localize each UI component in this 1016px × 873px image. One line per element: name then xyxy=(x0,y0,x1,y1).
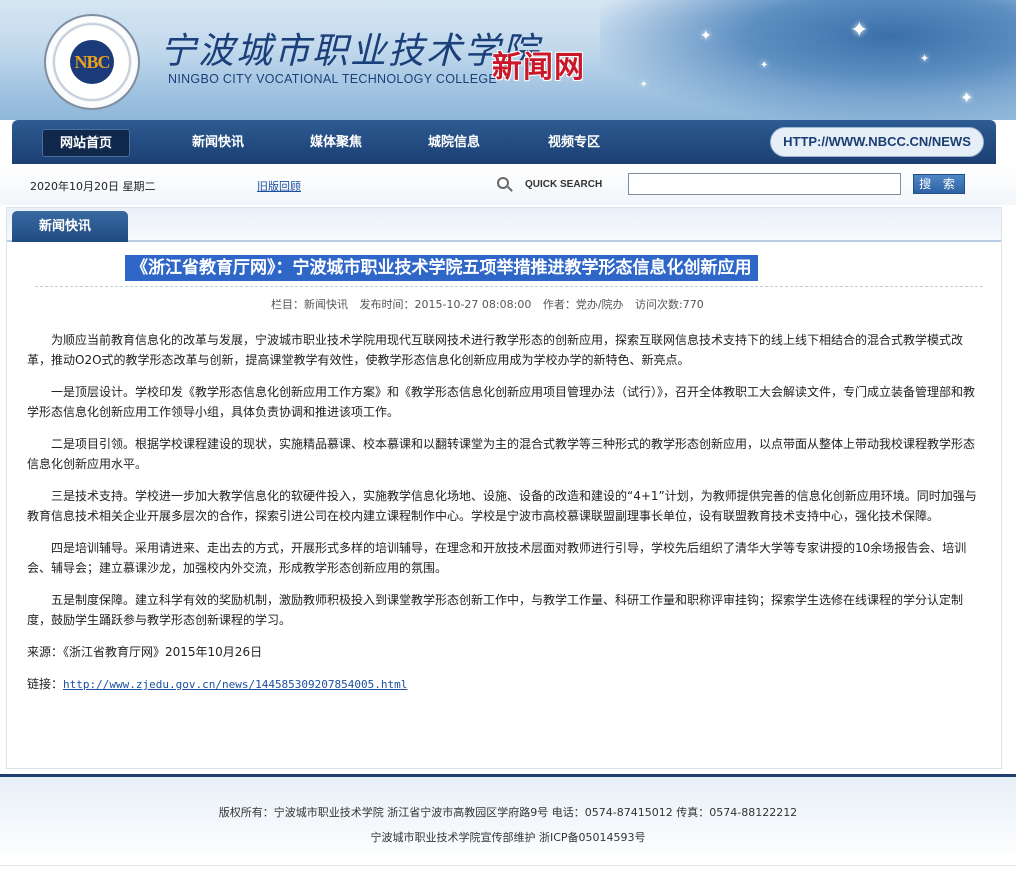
old-version-link[interactable]: 旧版回顾 xyxy=(257,178,301,194)
header-sky-decoration xyxy=(600,0,1016,120)
college-name-cn: 宁波城市职业技术学院 xyxy=(160,31,541,72)
section-tabbar: 新闻快讯 xyxy=(7,208,1001,242)
logo-emblem: NBC xyxy=(70,40,114,84)
star-icon: ✦ xyxy=(850,18,869,43)
meta-column: 栏目：新闻快讯 xyxy=(271,298,348,311)
source-link[interactable]: http://www.zjedu.gov.cn/news/14458530920… xyxy=(63,678,407,691)
nav-item-media[interactable]: 媒体聚焦 xyxy=(292,129,380,157)
main-nav: 网站首页 新闻快讯 媒体聚焦 城院信息 视频专区 HTTP://WWW.NBCC… xyxy=(12,120,996,164)
quick-search-label: QUICK SEARCH xyxy=(525,179,603,190)
article-paragraph: 四是培训辅导。采用请进来、走出去的方式，开展形式多样的培训辅导，在理念和开放技术… xyxy=(27,541,967,575)
star-icon: ✦ xyxy=(640,80,648,90)
star-icon: ✦ xyxy=(700,28,712,44)
article-source: 来源：《浙江省教育厅网》2015年10月26日 xyxy=(27,645,263,659)
logo-text: NBC xyxy=(74,51,110,72)
meta-author: 作者：党办/院办 xyxy=(542,298,624,311)
article-title: 《浙江省教育厅网》：宁波城市职业技术学院五项举措推进教学形态信息化创新应用 xyxy=(125,255,758,281)
article-link-row: 链接：http://www.zjedu.gov.cn/news/14458530… xyxy=(27,674,981,695)
college-name-en: NINGBO CITY VOCATIONAL TECHNOLOGY COLLEG… xyxy=(168,72,498,86)
meta-views: 访问次数:770 xyxy=(635,298,704,311)
search-input[interactable] xyxy=(628,173,901,195)
bottom-rule xyxy=(0,865,1016,866)
article-paragraph: 三是技术支持。学校进一步加大教学信息化的软硬件投入，实施教学信息化场地、设施、设… xyxy=(27,489,977,523)
site-url-badge[interactable]: HTTP://WWW.NBCC.CN/NEWS xyxy=(770,127,984,157)
article-paragraph: 五是制度保障。建立科学有效的奖励机制，激励教师积极投入到课堂教学形态创新工作中，… xyxy=(27,593,964,627)
site-header: ✦ ✦ ✦ ✦ ✦ ✦ NBC 宁波城市职业技术学院 NINGBO CITY V… xyxy=(0,0,1016,120)
footer-maintainer: 宁波城市职业技术学院宣传部维护 浙ICP备05014593号 xyxy=(370,831,646,844)
nav-item-home[interactable]: 网站首页 xyxy=(42,129,130,157)
college-logo[interactable]: NBC xyxy=(44,14,140,110)
title-divider xyxy=(35,286,983,287)
search-icon xyxy=(497,177,509,189)
article-paragraph: 二是项目引领。根据学校课程建设的现状，实施精品慕课、校本慕课和以翻转课堂为主的混… xyxy=(27,437,976,471)
article-meta: 栏目：新闻快讯 发布时间：2015-10-27 08:08:00 作者：党办/院… xyxy=(271,296,712,312)
star-icon: ✦ xyxy=(760,60,769,71)
link-label: 链接： xyxy=(27,677,64,691)
site-name: 新闻网 xyxy=(492,50,585,85)
star-icon: ✦ xyxy=(960,88,974,107)
meta-time: 发布时间：2015-10-27 08:08:00 xyxy=(359,298,532,311)
search-button[interactable]: 搜 索 xyxy=(913,174,965,194)
star-icon: ✦ xyxy=(920,52,930,65)
nav-item-video[interactable]: 视频专区 xyxy=(530,129,618,157)
footer-copyright: 版权所有：宁波城市职业技术学院 浙江省宁波市高教园区学府路9号 电话：0574-… xyxy=(218,806,798,819)
article-panel: 新闻快讯 《浙江省教育厅网》：宁波城市职业技术学院五项举措推进教学形态信息化创新… xyxy=(6,207,1002,769)
nav-item-campus-info[interactable]: 城院信息 xyxy=(410,129,498,157)
article-body: 为顺应当前教育信息化的改革与发展，宁波城市职业技术学院用现代互联网技术进行教学形… xyxy=(27,330,981,707)
article-paragraph: 为顺应当前教育信息化的改革与发展，宁波城市职业技术学院用现代互联网技术进行教学形… xyxy=(27,333,964,367)
tab-news-flash[interactable]: 新闻快讯 xyxy=(12,211,128,242)
toolbar: 2020年10月20日 星期二 旧版回顾 QUICK SEARCH 搜 索 xyxy=(0,165,1016,205)
article-paragraph: 一是顶层设计。学校印发《教学形态信息化创新应用工作方案》和《教学形态信息化创新应… xyxy=(27,385,976,419)
site-footer: 版权所有：宁波城市职业技术学院 浙江省宁波市高教园区学府路9号 电话：0574-… xyxy=(0,777,1016,863)
current-date: 2020年10月20日 星期二 xyxy=(30,180,156,193)
nav-item-news[interactable]: 新闻快讯 xyxy=(174,129,262,157)
